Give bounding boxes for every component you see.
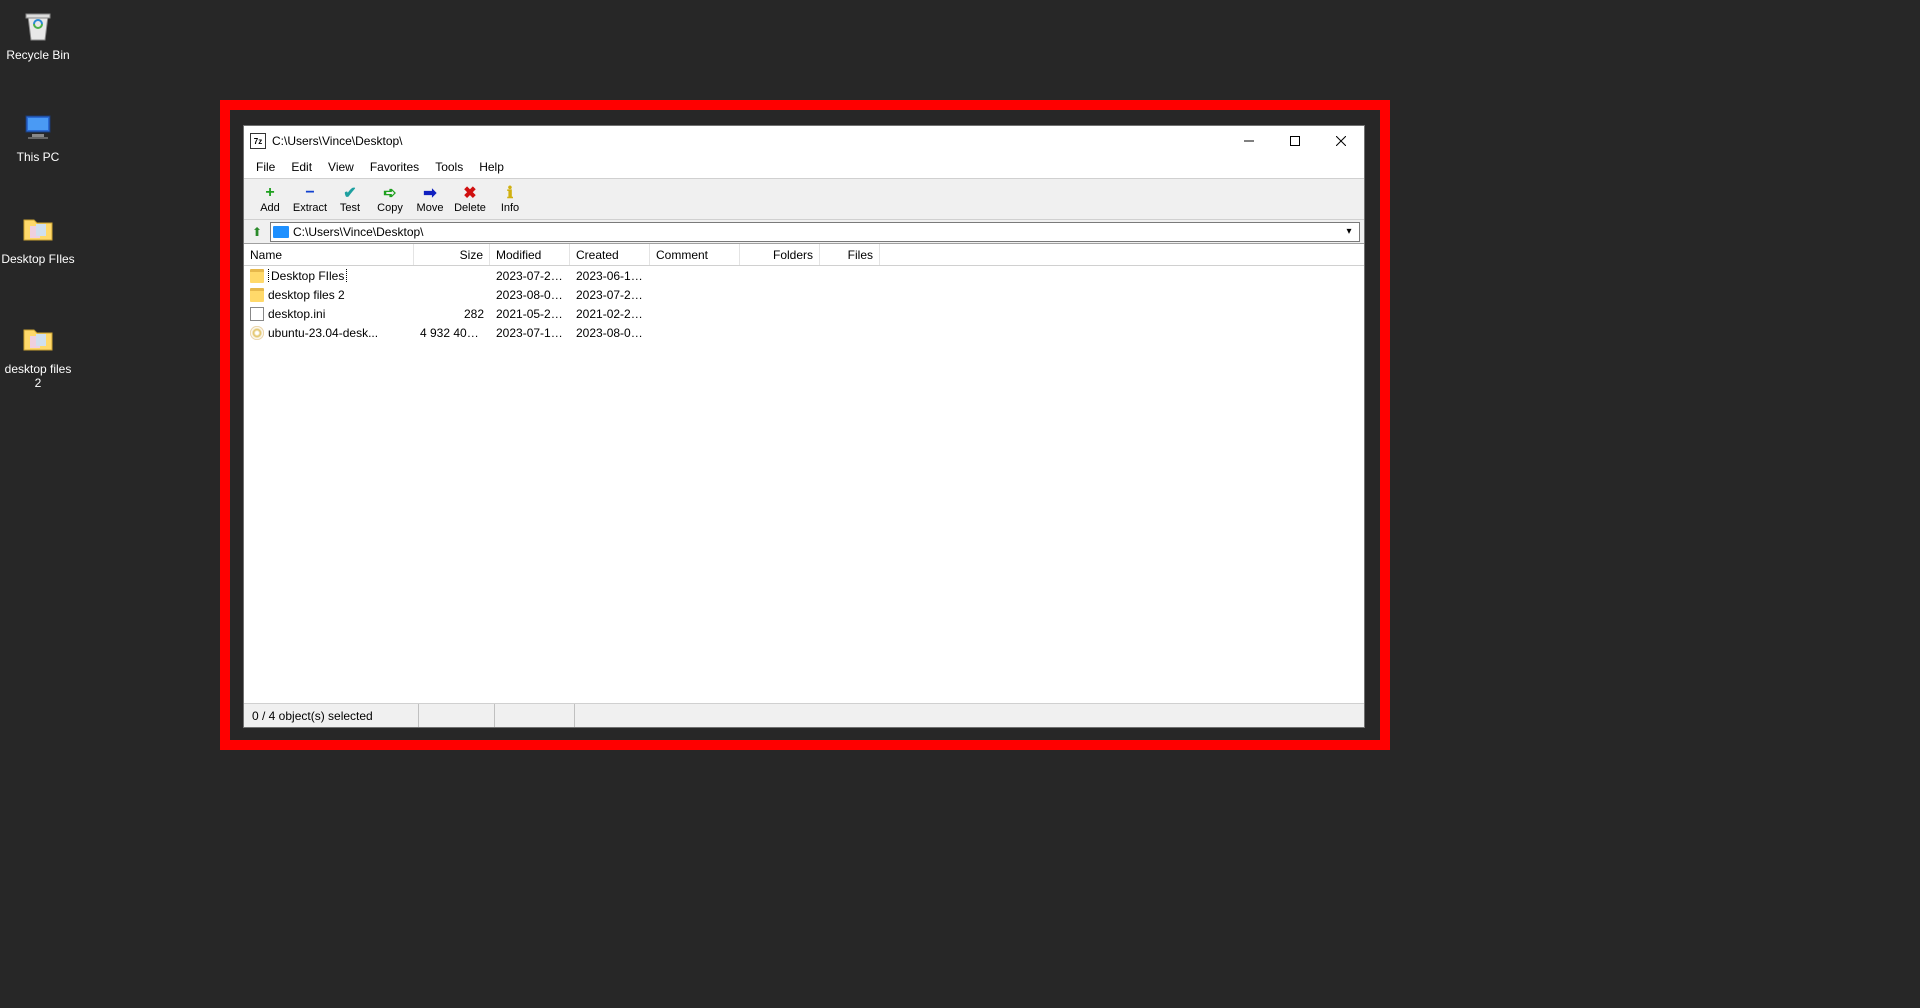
status-selection: 0 / 4 object(s) selected [244, 704, 419, 727]
file-modified: 2023-07-29... [490, 269, 570, 283]
ini-icon [250, 307, 264, 321]
desktop-icon-label: desktop files 2 [0, 362, 76, 391]
file-row[interactable]: Desktop FIles 2023-07-29...2023-06-14... [244, 266, 1364, 285]
minimize-button[interactable] [1226, 126, 1272, 156]
sevenzip-window: 7z C:\Users\Vince\Desktop\ File Edit Vie… [243, 125, 1365, 728]
desktop-icon-this-pc[interactable]: This PC [0, 106, 76, 164]
toolbar-copy-button[interactable]: ➪Copy [370, 182, 410, 216]
titlebar[interactable]: 7z C:\Users\Vince\Desktop\ [244, 126, 1364, 156]
desktop-icon-label: Recycle Bin [6, 48, 69, 62]
pc-icon [18, 106, 58, 146]
pathbar: ⬆ C:\Users\Vince\Desktop\ ▾ [244, 220, 1364, 244]
folder-icon [250, 269, 264, 283]
status-seg-3 [495, 704, 575, 727]
drive-icon [273, 226, 289, 238]
desktop-icon-folder-2[interactable]: desktop files 2 [0, 318, 76, 391]
toolbar-move-button[interactable]: ➡Move [410, 182, 450, 216]
file-row[interactable]: desktop files 2 2023-08-03...2023-07-26..… [244, 285, 1364, 304]
file-list[interactable]: Name Size Modified Created Comment Folde… [244, 244, 1364, 703]
file-modified: 2023-08-03... [490, 288, 570, 302]
menu-tools[interactable]: Tools [427, 158, 471, 176]
toolbar-label: Move [417, 202, 444, 214]
file-size: 4 932 407 2... [414, 326, 490, 340]
desktop-icon-label: Desktop FIles [1, 252, 74, 266]
list-header: Name Size Modified Created Comment Folde… [244, 244, 1364, 266]
copy-icon: ➪ [383, 184, 396, 202]
toolbar-label: Delete [454, 202, 486, 214]
file-name: desktop.ini [268, 307, 325, 321]
file-name: Desktop FIles [268, 269, 347, 283]
menu-help[interactable]: Help [471, 158, 512, 176]
toolbar-label: Extract [293, 202, 327, 214]
toolbar-extract-button[interactable]: −Extract [290, 182, 330, 216]
test-icon: ✔ [343, 184, 356, 202]
folder-icon [18, 318, 58, 358]
file-created: 2023-08-03... [570, 326, 650, 340]
menu-file[interactable]: File [248, 158, 283, 176]
desktop-icon-folder-1[interactable]: Desktop FIles [0, 208, 76, 266]
move-icon: ➡ [423, 184, 436, 202]
col-name[interactable]: Name [244, 244, 414, 265]
file-created: 2023-06-14... [570, 269, 650, 283]
toolbar-test-button[interactable]: ✔Test [330, 182, 370, 216]
menubar: File Edit View Favorites Tools Help [244, 156, 1364, 178]
toolbar-label: Test [340, 202, 360, 214]
recycle-bin-icon [18, 4, 58, 44]
file-name: desktop files 2 [268, 288, 345, 302]
path-input[interactable]: C:\Users\Vince\Desktop\ ▾ [270, 222, 1360, 242]
window-title: C:\Users\Vince\Desktop\ [272, 134, 1226, 148]
folder-icon [18, 208, 58, 248]
col-files[interactable]: Files [820, 244, 880, 265]
toolbar-delete-button[interactable]: ✖Delete [450, 182, 490, 216]
path-dropdown[interactable]: ▾ [1341, 226, 1357, 237]
folder-icon [250, 288, 264, 302]
toolbar-label: Add [260, 202, 280, 214]
maximize-button[interactable] [1272, 126, 1318, 156]
desktop-icon-recycle-bin[interactable]: Recycle Bin [0, 4, 76, 62]
file-created: 2023-07-26... [570, 288, 650, 302]
iso-icon [250, 326, 264, 340]
statusbar: 0 / 4 object(s) selected [244, 703, 1364, 727]
file-row[interactable]: desktop.ini 2822021-05-23...2021-02-28... [244, 304, 1364, 323]
app-icon: 7z [250, 133, 266, 149]
toolbar-label: Copy [377, 202, 403, 214]
file-modified: 2021-05-23... [490, 307, 570, 321]
toolbar: +Add−Extract✔Test➪Copy➡Move✖DeleteℹInfo [244, 178, 1364, 220]
col-modified[interactable]: Modified [490, 244, 570, 265]
delete-icon: ✖ [463, 184, 476, 202]
col-comment[interactable]: Comment [650, 244, 740, 265]
up-button[interactable]: ⬆ [248, 223, 266, 241]
file-name: ubuntu-23.04-desk... [268, 326, 378, 340]
menu-view[interactable]: View [320, 158, 362, 176]
col-size[interactable]: Size [414, 244, 490, 265]
file-created: 2021-02-28... [570, 307, 650, 321]
col-folders[interactable]: Folders [740, 244, 820, 265]
file-size: 282 [414, 307, 490, 321]
file-row[interactable]: ubuntu-23.04-desk...4 932 407 2...2023-0… [244, 323, 1364, 342]
info-icon: ℹ [507, 184, 513, 202]
extract-icon: − [305, 184, 314, 202]
menu-edit[interactable]: Edit [283, 158, 320, 176]
toolbar-label: Info [501, 202, 519, 214]
desktop-icon-label: This PC [17, 150, 60, 164]
status-seg-2 [419, 704, 495, 727]
file-modified: 2023-07-18... [490, 326, 570, 340]
toolbar-add-button[interactable]: +Add [250, 182, 290, 216]
add-icon: + [265, 184, 274, 202]
path-text: C:\Users\Vince\Desktop\ [293, 225, 424, 239]
status-seg-4 [575, 704, 1364, 727]
toolbar-info-button[interactable]: ℹInfo [490, 182, 530, 216]
menu-favorites[interactable]: Favorites [362, 158, 427, 176]
col-created[interactable]: Created [570, 244, 650, 265]
close-button[interactable] [1318, 126, 1364, 156]
